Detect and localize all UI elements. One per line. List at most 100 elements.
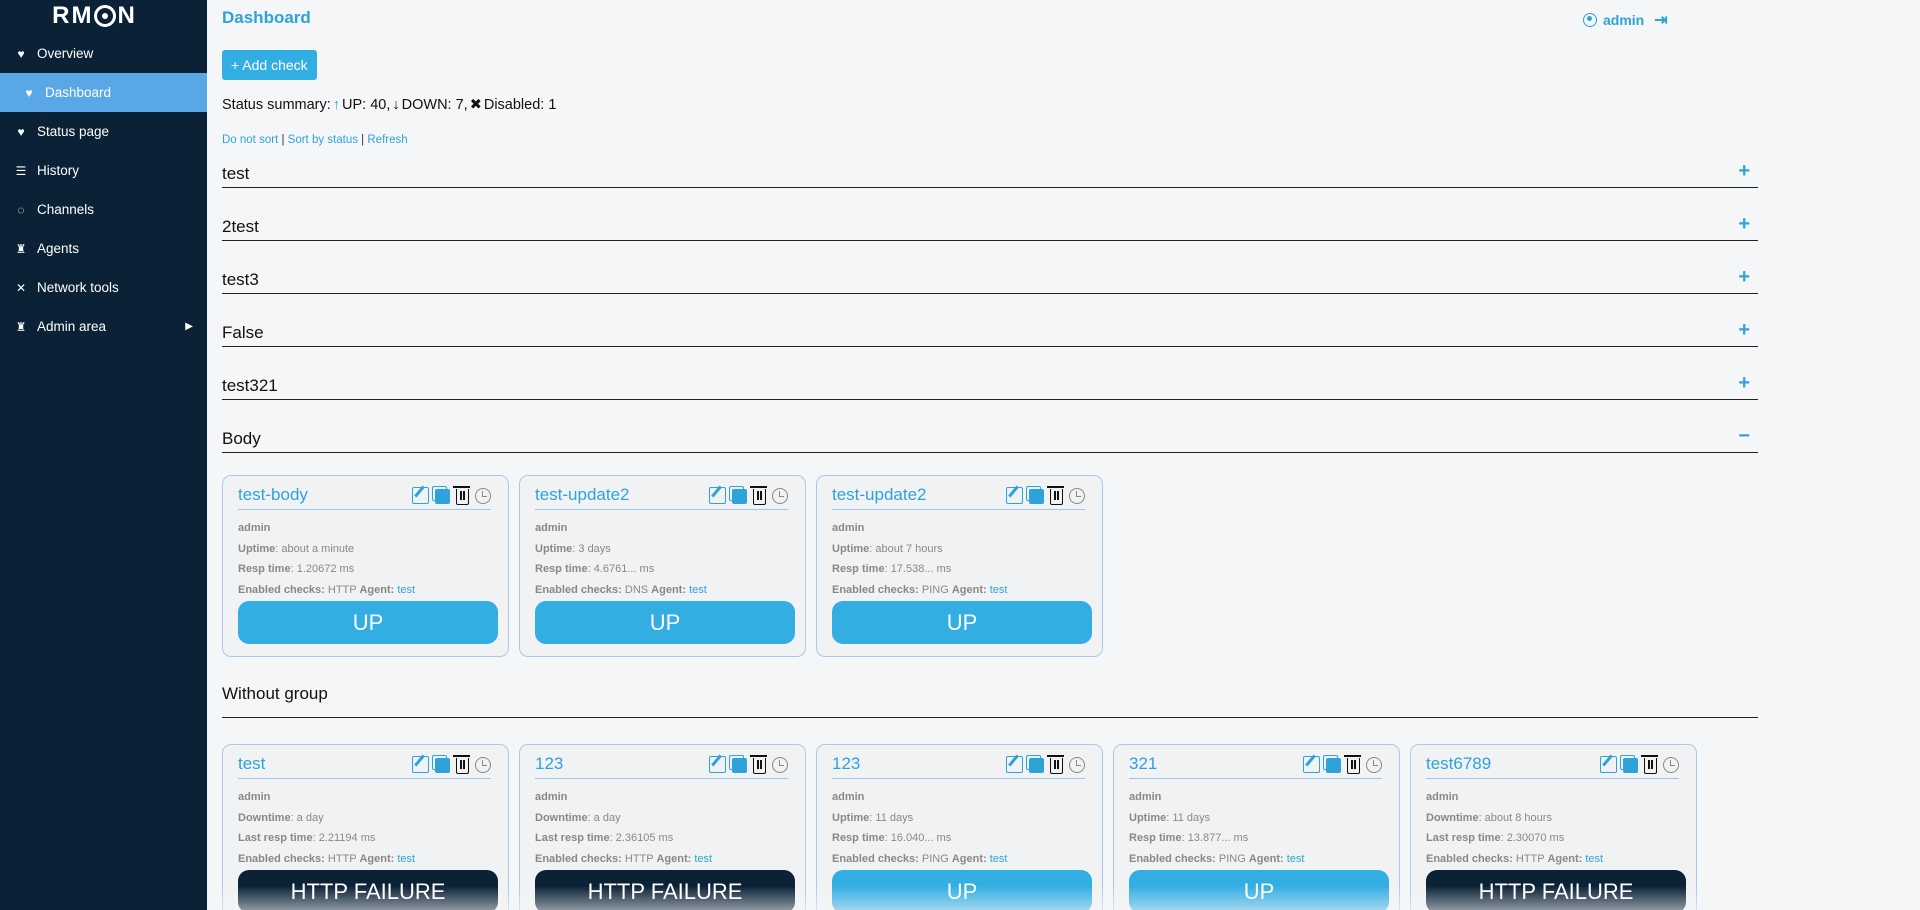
history-icon[interactable]	[772, 488, 788, 504]
check-name-link[interactable]: 321	[1129, 754, 1157, 774]
expand-icon[interactable]: +	[1738, 160, 1750, 183]
edit-icon[interactable]	[1600, 756, 1617, 773]
agent-link[interactable]: test	[689, 584, 707, 596]
check-name-link[interactable]: test6789	[1426, 754, 1491, 774]
group-header[interactable]: Body −	[222, 425, 1758, 453]
group-header[interactable]: test321 +	[222, 372, 1758, 400]
history-icon[interactable]	[1663, 757, 1679, 773]
status-button[interactable]: UP	[238, 601, 498, 644]
check-name-link[interactable]: test-body	[238, 485, 308, 505]
check-name-link[interactable]: test-update2	[535, 485, 630, 505]
sidebar-item-overview[interactable]: ♥ Overview	[0, 34, 207, 73]
sidebar-item-agents[interactable]: ♜ Agents	[0, 229, 207, 268]
status-button[interactable]: HTTP FAILURE	[238, 870, 498, 910]
history-icon[interactable]	[772, 757, 788, 773]
sidebar-item-admin-area[interactable]: ♜ Admin area ▶	[0, 307, 207, 346]
check-name-link[interactable]: 123	[535, 754, 563, 774]
agent-link[interactable]: test	[1287, 853, 1305, 865]
copy-icon[interactable]	[1029, 758, 1044, 773]
copy-icon[interactable]	[1029, 489, 1044, 504]
trash-icon[interactable]	[1641, 755, 1658, 774]
status-button[interactable]: UP	[1129, 870, 1389, 910]
copy-icon[interactable]	[435, 758, 450, 773]
trash-icon[interactable]	[750, 755, 767, 774]
trash-icon[interactable]	[1344, 755, 1361, 774]
group-header[interactable]: False +	[222, 319, 1758, 347]
detail-line: Enabled checks: HTTP Agent: test	[1426, 852, 1604, 865]
expand-icon[interactable]: +	[1738, 372, 1750, 395]
history-icon[interactable]	[1366, 757, 1382, 773]
group-header[interactable]: test +	[222, 160, 1758, 188]
status-button[interactable]: UP	[832, 870, 1092, 910]
sidebar-item-dashboard[interactable]: ♥ Dashboard	[0, 73, 207, 112]
check-card: test-body admin Uptime: about a minute R…	[222, 475, 509, 657]
main-content: Dashboard + Add check Status summary: ↑ …	[222, 0, 1758, 910]
expand-icon[interactable]: +	[1738, 266, 1750, 289]
card-header: test6789	[1426, 753, 1679, 779]
arrow-up-icon: ↑	[332, 97, 341, 113]
expand-icon[interactable]: +	[1738, 319, 1750, 342]
copy-icon[interactable]	[1623, 758, 1638, 773]
card-actions	[1006, 755, 1085, 774]
add-check-button[interactable]: + Add check	[222, 50, 317, 80]
agent-icon: ♜	[15, 319, 27, 334]
detail-line: Enabled checks: PING Agent: test	[1129, 852, 1305, 865]
sidebar-item-status-page[interactable]: ♥ Status page	[0, 112, 207, 151]
edit-icon[interactable]	[1006, 756, 1023, 773]
sidebar-item-network-tools[interactable]: ✕ Network tools	[0, 268, 207, 307]
copy-icon[interactable]	[435, 489, 450, 504]
expand-icon[interactable]: +	[1738, 213, 1750, 236]
copy-icon[interactable]	[732, 489, 747, 504]
trash-icon[interactable]	[453, 755, 470, 774]
status-button[interactable]: HTTP FAILURE	[535, 870, 795, 910]
card-details: admin Downtime: about 8 hours Last resp …	[1426, 787, 1603, 869]
trash-icon[interactable]	[1047, 486, 1064, 505]
copy-icon[interactable]	[1326, 758, 1341, 773]
edit-icon[interactable]	[709, 487, 726, 504]
history-icon[interactable]	[1069, 757, 1085, 773]
check-name-link[interactable]: test	[238, 754, 265, 774]
history-icon[interactable]	[1069, 488, 1085, 504]
trash-icon[interactable]	[750, 486, 767, 505]
sidebar-item-channels[interactable]: ◌ Channels	[0, 190, 207, 229]
check-name-link[interactable]: 123	[832, 754, 860, 774]
edit-icon[interactable]	[412, 756, 429, 773]
do-not-sort-link[interactable]: Do not sort	[222, 134, 278, 146]
card-header: test-update2	[832, 484, 1085, 510]
card-details: admin Uptime: about 7 hours Resp time: 1…	[832, 518, 1007, 600]
edit-icon[interactable]	[1303, 756, 1320, 773]
card-header: 321	[1129, 753, 1382, 779]
agent-link[interactable]: test	[1585, 853, 1603, 865]
sort-links: Do not sort | Sort by status | Refresh	[222, 134, 408, 146]
trash-icon[interactable]	[1047, 755, 1064, 774]
check-card: 123 admin Uptime: 11 days Resp time: 16.…	[816, 744, 1103, 910]
sidebar-item-history[interactable]: ☰ History	[0, 151, 207, 190]
status-button[interactable]: UP	[832, 601, 1092, 644]
check-name-link[interactable]: test-update2	[832, 485, 927, 505]
collapse-icon[interactable]: −	[1738, 425, 1750, 448]
tools-icon: ✕	[15, 280, 27, 295]
agent-link[interactable]: test	[694, 853, 712, 865]
history-icon[interactable]	[475, 757, 491, 773]
agent-link[interactable]: test	[397, 853, 415, 865]
group-header[interactable]: test3 +	[222, 266, 1758, 294]
agent-link[interactable]: test	[990, 584, 1008, 596]
detail-line: Enabled checks: HTTP Agent: test	[238, 583, 416, 596]
copy-icon[interactable]	[732, 758, 747, 773]
heartbeat-icon: ♥	[17, 124, 25, 139]
edit-icon[interactable]	[1006, 487, 1023, 504]
refresh-link[interactable]: Refresh	[367, 134, 407, 146]
group-header[interactable]: 2test +	[222, 213, 1758, 241]
agent-link[interactable]: test	[397, 584, 415, 596]
trash-icon[interactable]	[453, 486, 470, 505]
logo-o-mark	[94, 5, 117, 27]
history-icon[interactable]	[475, 488, 491, 504]
sort-by-status-link[interactable]: Sort by status	[288, 134, 358, 146]
edit-icon[interactable]	[709, 756, 726, 773]
card-details: admin Uptime: 11 days Resp time: 16.040.…	[832, 787, 1007, 869]
agent-link[interactable]: test	[990, 853, 1008, 865]
check-card: test6789 admin Downtime: about 8 hours L…	[1410, 744, 1697, 910]
edit-icon[interactable]	[412, 487, 429, 504]
status-button[interactable]: HTTP FAILURE	[1426, 870, 1686, 910]
status-button[interactable]: UP	[535, 601, 795, 644]
